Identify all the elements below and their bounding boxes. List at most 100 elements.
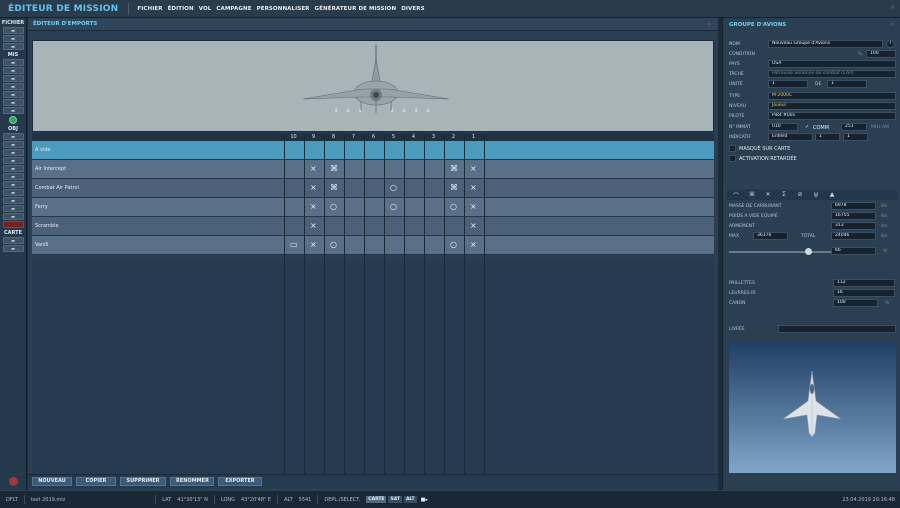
menu-fichier[interactable]: FICHIER bbox=[137, 6, 162, 12]
helicopter-group-icon[interactable]: ▬ bbox=[2, 133, 24, 140]
mission-tool-3-icon[interactable]: ▬ bbox=[2, 75, 24, 82]
type-select[interactable]: M-2000C bbox=[768, 92, 896, 100]
fuel-slider-thumb[interactable] bbox=[805, 248, 812, 255]
station-weapon-icon[interactable]: ▭ bbox=[290, 241, 298, 249]
menu-personnaliser[interactable]: PERSONNALISER bbox=[257, 6, 310, 12]
station-weapon-icon[interactable]: × bbox=[470, 203, 477, 211]
map-tool-1-icon[interactable]: ▬ bbox=[2, 237, 24, 244]
static-object-icon[interactable]: ▬ bbox=[2, 165, 24, 172]
loadout-row[interactable]: Ferry × ○ ○ ○ × bbox=[32, 198, 714, 217]
station-weapon-icon[interactable]: × bbox=[470, 222, 477, 230]
station-weapon-icon[interactable]: × bbox=[470, 165, 477, 173]
station-weapon-icon[interactable]: ⌘ bbox=[330, 165, 338, 173]
map-mode-sat-button[interactable]: SAT bbox=[388, 496, 402, 503]
map-mode-alt-button[interactable]: ALT bbox=[403, 496, 417, 503]
tab-waypoints-icon[interactable]: ⌒ bbox=[729, 191, 743, 200]
mission-tool-6-icon[interactable]: ▬ bbox=[2, 99, 24, 106]
pilot-field[interactable]: Pilot #001 bbox=[768, 112, 896, 120]
loadout-row[interactable]: Combat Air Patrol × ⌘ ○ ⌘ × bbox=[32, 179, 714, 198]
comm-field[interactable]: 251 bbox=[841, 123, 867, 131]
callsign-number-2[interactable]: 1 bbox=[843, 133, 868, 141]
rename-loadout-button[interactable]: RENOMMER bbox=[170, 477, 214, 486]
loadout-row[interactable]: A vide bbox=[32, 141, 714, 160]
task-select[interactable]: Patrouille aérienne de combat (CAP) bbox=[768, 70, 896, 78]
airfield-icon[interactable]: ▬ bbox=[2, 189, 24, 196]
copy-loadout-button[interactable]: COPIER bbox=[76, 477, 116, 486]
map-toggle-icon[interactable]: ■▸ bbox=[421, 497, 428, 503]
template-icon[interactable]: ▬ bbox=[2, 173, 24, 180]
station-weapon-icon[interactable]: × bbox=[310, 184, 317, 192]
mode-select[interactable]: DFLT bbox=[6, 497, 18, 503]
airplane-group-icon[interactable]: ▬ bbox=[2, 141, 24, 148]
move-select-mode[interactable]: DEPL./SELECT. bbox=[324, 497, 360, 503]
skill-select[interactable]: Joueur bbox=[768, 102, 896, 110]
mission-tool-4-icon[interactable]: ▬ bbox=[2, 83, 24, 90]
fuel-percent-field[interactable]: 66 bbox=[831, 247, 876, 255]
loadout-row[interactable]: Air Intercept × ⌘ ⌘ × bbox=[32, 160, 714, 179]
station-weapon-icon[interactable]: ⌘ bbox=[330, 184, 338, 192]
station-weapon-icon[interactable]: ⌘ bbox=[450, 165, 458, 173]
loadout-row[interactable]: Vanill ▭ × ○ ○ × bbox=[32, 236, 714, 255]
mission-tool-5-icon[interactable]: ▬ bbox=[2, 91, 24, 98]
name-field[interactable]: Nouveau Groupe d'Avions bbox=[768, 40, 883, 48]
of-stepper[interactable]: 1 bbox=[827, 80, 867, 88]
ruler-icon[interactable]: ▬ bbox=[2, 205, 24, 212]
chaff-stepper[interactable]: 112 bbox=[833, 279, 895, 287]
gun-stepper[interactable]: 100 bbox=[833, 299, 878, 307]
station-weapon-icon[interactable]: ○ bbox=[450, 241, 457, 249]
tab-triggers-icon[interactable]: ✕ bbox=[761, 191, 775, 198]
menu-divers[interactable]: DIVERS bbox=[401, 6, 424, 12]
open-folder-icon[interactable]: ▬ bbox=[2, 35, 24, 42]
ship-group-icon[interactable]: ▬ bbox=[2, 149, 24, 156]
menu-vol[interactable]: VOL bbox=[199, 6, 212, 12]
tab-payload-icon[interactable]: ⌘ bbox=[745, 191, 759, 198]
station-weapon-icon[interactable]: ○ bbox=[390, 203, 397, 211]
hidden-on-map-checkbox[interactable] bbox=[729, 145, 736, 152]
record-icon[interactable] bbox=[9, 477, 18, 486]
station-weapon-icon[interactable]: ⌘ bbox=[450, 184, 458, 192]
group-close-icon[interactable]: × bbox=[890, 21, 895, 28]
comm-check-icon[interactable]: ✓ bbox=[805, 124, 809, 130]
tab-aircraft-icon[interactable]: ▲ bbox=[825, 191, 839, 198]
callsign-number-1[interactable]: 1 bbox=[815, 133, 840, 141]
loadout-close-icon[interactable]: × bbox=[707, 21, 712, 28]
tail-number-field[interactable]: 010 bbox=[768, 123, 798, 131]
tab-summary-icon[interactable]: Σ bbox=[777, 191, 791, 198]
new-mission-icon[interactable]: ▬ bbox=[2, 27, 24, 34]
window-close-icon[interactable]: × bbox=[890, 4, 895, 11]
station-weapon-icon[interactable]: × bbox=[310, 222, 317, 230]
station-weapon-icon[interactable]: ○ bbox=[330, 241, 337, 249]
menu-campagne[interactable]: CAMPAGNE bbox=[216, 6, 251, 12]
tab-failures-icon[interactable]: ⊘ bbox=[793, 191, 807, 198]
delete-icon[interactable] bbox=[2, 221, 24, 228]
unit-stepper[interactable]: 1 bbox=[768, 80, 808, 88]
delete-loadout-button[interactable]: SUPPRIMER bbox=[120, 477, 166, 486]
mission-tool-7-icon[interactable]: ▬ bbox=[2, 107, 24, 114]
objective-icon[interactable] bbox=[9, 116, 17, 124]
nav-point-icon[interactable]: ▬ bbox=[2, 213, 24, 220]
livery-select[interactable] bbox=[778, 325, 896, 333]
flares-stepper[interactable]: 16 bbox=[833, 289, 895, 297]
station-weapon-icon[interactable]: ○ bbox=[450, 203, 457, 211]
station-weapon-icon[interactable]: × bbox=[310, 241, 317, 249]
map-mode-carte-button[interactable]: CARTE bbox=[366, 496, 387, 503]
loadout-row[interactable]: Scramble × × bbox=[32, 217, 714, 236]
new-loadout-button[interactable]: NOUVEAU bbox=[32, 477, 72, 486]
trigger-zone-icon[interactable]: ▬ bbox=[2, 197, 24, 204]
late-activation-checkbox[interactable] bbox=[729, 155, 736, 162]
export-loadout-button[interactable]: EXPORTER bbox=[218, 477, 262, 486]
fuel-mass-field[interactable]: 6978 bbox=[831, 202, 876, 210]
save-icon[interactable]: ▬ bbox=[2, 43, 24, 50]
vehicle-group-icon[interactable]: ▬ bbox=[2, 157, 24, 164]
help-icon[interactable]: ? bbox=[886, 40, 895, 48]
map-tool-2-icon[interactable]: ▬ bbox=[2, 245, 24, 252]
station-weapon-icon[interactable]: ○ bbox=[390, 184, 397, 192]
country-select[interactable]: USA bbox=[768, 60, 896, 68]
condition-field[interactable]: 100 bbox=[866, 50, 896, 58]
zone-icon[interactable]: ▬ bbox=[2, 181, 24, 188]
station-weapon-icon[interactable]: × bbox=[310, 165, 317, 173]
mission-tool-2-icon[interactable]: ▬ bbox=[2, 67, 24, 74]
station-weapon-icon[interactable]: × bbox=[310, 203, 317, 211]
menu-generateur[interactable]: GÉNÉRATEUR DE MISSION bbox=[315, 6, 397, 12]
mission-tool-1-icon[interactable]: ▬ bbox=[2, 59, 24, 66]
